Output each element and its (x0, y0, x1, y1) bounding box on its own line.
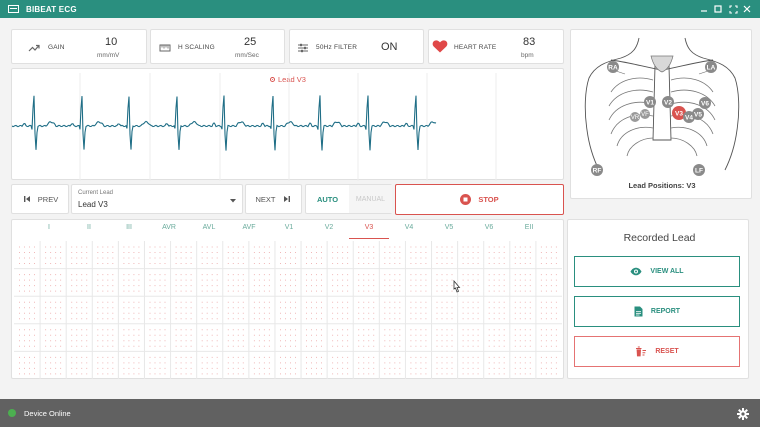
gear-icon[interactable] (737, 407, 749, 425)
gain-value: 10 (105, 36, 118, 48)
next-label: NEXT (255, 194, 276, 204)
maximize-icon[interactable] (712, 3, 724, 15)
next-button[interactable]: NEXT (245, 184, 302, 214)
torso-diagram: RA LA RF LF V1 V2 V3 V4 V5 V6 VR VF (584, 37, 740, 176)
dropdown-arrow-icon (230, 199, 236, 203)
report-label: REPORT (650, 308, 681, 315)
ecg-waveform (12, 73, 497, 181)
h-scaling-value: 25 (244, 36, 257, 48)
mode-toggle: AUTO MANUAL (305, 184, 392, 214)
gain-unit: mm/mV (97, 52, 120, 59)
manual-mode-button[interactable]: MANUAL (349, 185, 392, 213)
delete-sweep-icon (635, 346, 647, 357)
filter-value: ON (381, 41, 398, 53)
tab-v2[interactable]: V2 (309, 224, 349, 239)
report-button[interactable]: REPORT (574, 296, 740, 327)
current-lead-label: Current Lead (78, 190, 114, 196)
heart-rate-value: 83 (523, 36, 536, 48)
current-lead-value: Lead V3 (78, 200, 108, 209)
reset-label: RESET (655, 348, 679, 355)
view-all-button[interactable]: VIEW ALL (574, 256, 740, 287)
tab-iii[interactable]: III (109, 224, 149, 239)
gain-card: GAIN 10 mm/mV (11, 29, 147, 64)
tab-v3[interactable]: V3 (349, 224, 389, 239)
app-title: BIBEAT ECG (26, 4, 77, 14)
heart-rate-card: HEART RATE 83 bpm (428, 29, 564, 64)
svg-text:RF: RF (593, 167, 602, 174)
tab-v1[interactable]: V1 (269, 224, 309, 239)
manual-label: MANUAL (355, 195, 386, 203)
prev-label: PREV (37, 194, 59, 204)
svg-text:V1: V1 (646, 99, 654, 106)
document-icon (634, 306, 643, 317)
svg-text:VF: VF (641, 112, 649, 118)
ecg-waveform-panel: Lead V3 (11, 68, 564, 181)
status-bar: Device Online (0, 399, 760, 427)
gain-label: GAIN (48, 44, 65, 51)
minimize-icon[interactable] (698, 3, 710, 15)
view-all-label: VIEW ALL (650, 268, 684, 275)
h-scaling-label: H SCALING (178, 44, 215, 51)
tab-v6[interactable]: V6 (469, 224, 509, 239)
close-icon[interactable] (741, 3, 753, 15)
svg-text:LF: LF (695, 167, 703, 174)
tab-v4[interactable]: V4 (389, 224, 429, 239)
stop-label: STOP (478, 195, 499, 204)
reset-button[interactable]: RESET (574, 336, 740, 367)
svg-text:LA: LA (707, 64, 716, 71)
prev-button[interactable]: PREV (11, 184, 69, 214)
lead-position-panel: RA LA RF LF V1 V2 V3 V4 V5 V6 VR VF Lead… (570, 29, 752, 199)
heart-rate-label: HEART RATE (454, 44, 497, 51)
current-lead-select[interactable]: Current Lead Lead V3 (71, 184, 243, 214)
svg-text:RA: RA (608, 64, 618, 71)
heart-icon (432, 39, 448, 53)
tab-avf[interactable]: AVF (229, 224, 269, 239)
h-scaling-unit: mm/Sec (235, 52, 259, 59)
auto-label: AUTO (316, 194, 339, 204)
tab-avl[interactable]: AVL (189, 224, 229, 239)
fullscreen-icon[interactable] (727, 3, 739, 15)
svg-text:VR: VR (631, 115, 640, 121)
skip-next-icon (283, 196, 290, 202)
app-icon (8, 5, 19, 13)
tab-v5[interactable]: V5 (429, 224, 469, 239)
tab-avr[interactable]: AVR (149, 224, 189, 239)
heart-rate-unit: bpm (521, 52, 534, 59)
mouse-cursor-icon (453, 280, 461, 293)
recorded-lead-panel: Recorded Lead VIEW ALL REPORT RESET (567, 219, 749, 379)
ecg-grid (14, 241, 562, 379)
svg-text:V2: V2 (664, 99, 672, 106)
eye-icon (630, 267, 642, 276)
auto-mode-button[interactable]: AUTO (306, 185, 349, 213)
stop-button[interactable]: STOP (395, 184, 564, 215)
skip-previous-icon (23, 196, 30, 202)
title-bar: BIBEAT ECG (0, 0, 760, 18)
trending-up-icon (28, 41, 40, 53)
scaling-icon (159, 41, 171, 53)
stop-circle-icon (460, 194, 472, 205)
svg-text:V3: V3 (675, 110, 683, 117)
svg-text:V4: V4 (685, 114, 693, 121)
tab-ii[interactable]: II (69, 224, 109, 239)
status-text: Device Online (24, 409, 71, 418)
tune-icon (297, 41, 309, 53)
h-scaling-card: H SCALING 25 mm/Sec (150, 29, 285, 64)
lead-grid-panel: I II III AVR AVL AVF V1 V2 V3 V4 V5 V6 EII (11, 219, 564, 379)
filter-label: 50Hz FILTER (316, 44, 358, 51)
lead-position-caption: Lead Positions: V3 (628, 181, 696, 190)
filter-card: 50Hz FILTER ON (289, 29, 424, 64)
svg-text:V5: V5 (694, 111, 702, 118)
tab-eii[interactable]: EII (509, 224, 549, 239)
tab-i[interactable]: I (29, 224, 69, 239)
svg-text:V6: V6 (701, 100, 709, 107)
online-status-icon (8, 409, 16, 417)
recorded-lead-title: Recorded Lead (623, 232, 696, 244)
